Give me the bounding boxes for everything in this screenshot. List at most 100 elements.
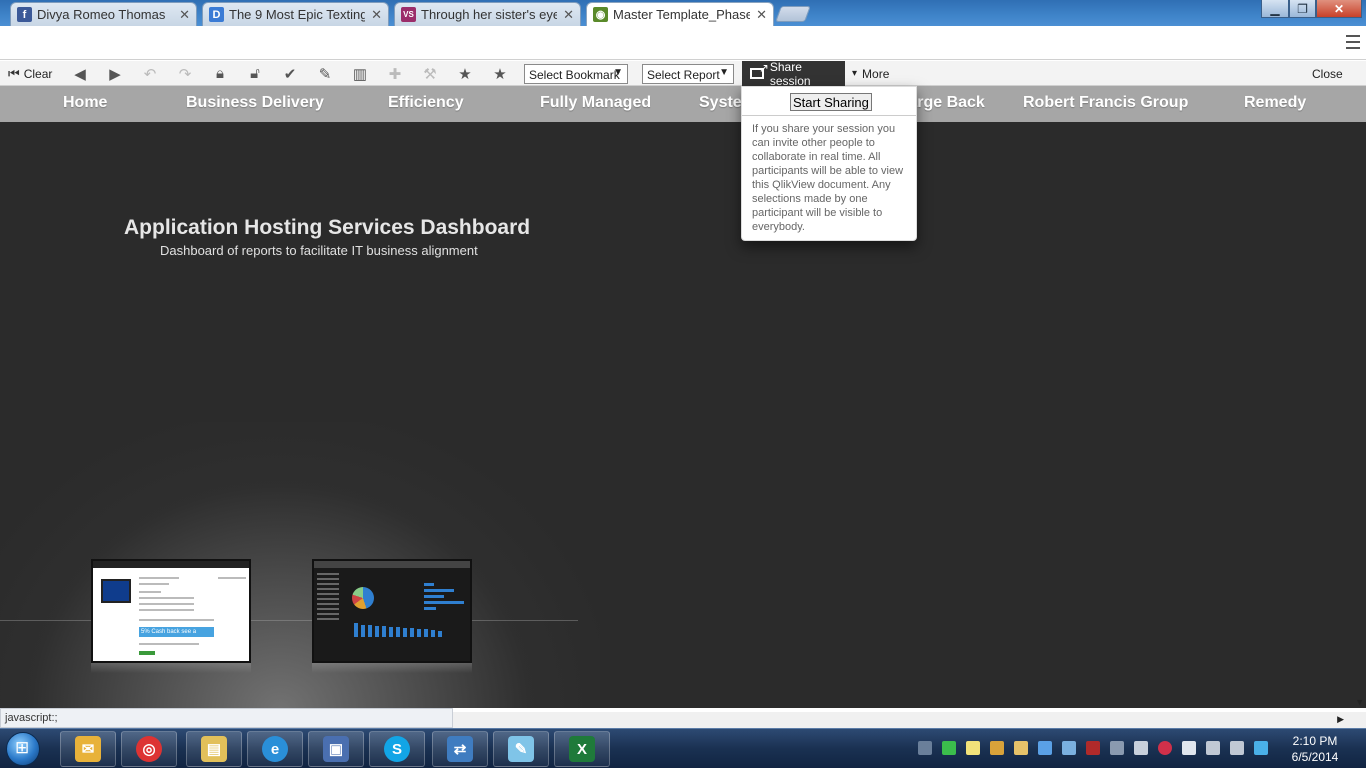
bluetooth-icon[interactable] — [1038, 741, 1052, 755]
tray-icon[interactable] — [1254, 741, 1268, 755]
d-letter-icon: D — [209, 7, 224, 22]
clock[interactable]: 2:10 PM 6/5/2014 — [1280, 733, 1350, 765]
start-button[interactable] — [6, 732, 40, 766]
thumbnail-sidebar — [317, 573, 345, 651]
tray-icon[interactable] — [1014, 741, 1028, 755]
share-session-label: Share session — [769, 59, 811, 88]
taskbar-remote-desktop[interactable]: ▣ — [308, 731, 364, 767]
tray-icon[interactable] — [966, 741, 980, 755]
qlik-icon: ◉ — [593, 7, 608, 22]
close-button[interactable]: Close — [1312, 64, 1343, 83]
text-line — [139, 597, 194, 599]
forward-icon[interactable]: ▶ — [105, 64, 125, 83]
bookmark-select[interactable]: Select Bookmark ▼ — [524, 64, 628, 84]
nav-business-delivery[interactable]: Business Delivery — [186, 94, 324, 112]
vbar-mini — [375, 626, 379, 637]
text-line — [139, 591, 161, 593]
more-menu[interactable]: ▾ More — [852, 64, 889, 83]
nav-fully-managed[interactable]: Fully Managed — [540, 94, 651, 112]
lock-icon[interactable]: 🔒︎ — [210, 64, 230, 83]
tray-icon[interactable] — [1206, 741, 1220, 755]
clear-button[interactable]: ⏮ Clear — [8, 64, 52, 83]
taskbar-outlook[interactable]: ✉ — [60, 731, 116, 767]
tray-icon[interactable] — [990, 741, 1004, 755]
windows-taskbar: ✉ ◎ ▤ e ▣ S ⇄ ✎ X 2:10 PM 6/5/2014 — [0, 728, 1366, 768]
scroll-down-icon[interactable]: ▼ — [1355, 697, 1364, 707]
volume-icon[interactable] — [1134, 741, 1148, 755]
antivirus-icon[interactable] — [1086, 741, 1100, 755]
window-close-button[interactable]: ✕ — [1316, 0, 1362, 18]
bookmark-icon[interactable]: ★ — [490, 64, 510, 83]
menu-icon[interactable] — [1346, 35, 1360, 49]
hbar-mini — [424, 595, 444, 598]
tab-texting-article[interactable]: D The 9 Most Epic Texting F ✕ — [202, 2, 389, 26]
taskbar-chrome[interactable]: ◎ — [121, 731, 177, 767]
text-line — [139, 619, 214, 621]
report-icon[interactable]: ▥ — [350, 64, 370, 83]
share-session-button[interactable]: Share session — [742, 59, 845, 88]
text-line — [139, 577, 179, 579]
text-line — [218, 577, 246, 579]
unlock-icon[interactable]: 🔓︎ — [245, 64, 265, 83]
minimize-button[interactable]: ▁ — [1261, 0, 1289, 18]
vbar-mini — [361, 625, 365, 637]
tab-master-template[interactable]: ◉ Master Template_Phase2- ✕ — [586, 2, 774, 26]
status-url: javascript:; — [0, 708, 453, 728]
clock-time: 2:10 PM — [1292, 734, 1338, 748]
flag-icon[interactable] — [1182, 741, 1196, 755]
vbar-mini — [396, 627, 400, 637]
start-sharing-button[interactable]: Start Sharing — [790, 93, 872, 111]
add-icon[interactable]: ✚ — [385, 64, 405, 83]
taskbar-ie[interactable]: e — [247, 731, 303, 767]
tray-icon[interactable] — [1158, 741, 1172, 755]
vbar-mini — [438, 631, 442, 637]
nav-home[interactable]: Home — [63, 94, 107, 112]
nav-robert-francis-group[interactable]: Robert Francis Group — [1023, 94, 1188, 112]
caret-down-icon: ▾ — [852, 68, 858, 79]
taskbar-notes-app[interactable]: ✎ — [493, 731, 549, 767]
vbar-mini — [403, 628, 407, 637]
qlikview-toolbar: ⏮ Clear ◀ ▶ ↶ ↷ 🔒︎ 🔓︎ ✔ ✎ ▥ ✚ ⚒ ★ ★ Sele… — [0, 61, 1366, 86]
explorer-folder-icon: ▤ — [201, 736, 227, 762]
horizontal-scrollbar[interactable]: ▶ — [453, 712, 1366, 728]
dashboard-thumbnail-product[interactable]: 5% Cash back see a reason — [91, 559, 251, 663]
tab-close-icon[interactable]: ✕ — [179, 7, 190, 23]
notes-app-icon: ✎ — [508, 736, 534, 762]
new-tab-button[interactable] — [775, 6, 811, 22]
taskbar-explorer[interactable]: ▤ — [186, 731, 242, 767]
taskbar-sync-app[interactable]: ⇄ — [432, 731, 488, 767]
maximize-button[interactable]: ❐ — [1289, 0, 1316, 18]
tray-icon[interactable] — [1110, 741, 1124, 755]
tab-facebook[interactable]: f Divya Romeo Thomas ✕ — [10, 2, 197, 26]
dashboard-thumbnail-charts[interactable] — [312, 559, 472, 663]
tab-close-icon[interactable]: ✕ — [756, 7, 767, 23]
tab-sisters-eyes[interactable]: VS Through her sister's eyes ✕ — [394, 2, 581, 26]
page-subtitle: Dashboard of reports to facilitate IT bu… — [160, 243, 478, 258]
tools-icon[interactable]: ⚒ — [420, 64, 440, 83]
add-bookmark-icon[interactable]: ★ — [455, 64, 475, 83]
spotlight-background — [0, 422, 600, 708]
tray-icon[interactable] — [918, 741, 932, 755]
report-select[interactable]: Select Report ▼ — [642, 64, 734, 84]
nav-efficiency[interactable]: Efficiency — [388, 94, 464, 112]
tab-close-icon[interactable]: ✕ — [563, 7, 574, 23]
back-icon[interactable]: ◀ — [70, 64, 90, 83]
tray-icon[interactable] — [1062, 741, 1076, 755]
share-description: If you share your session you can invite… — [752, 123, 904, 233]
taskbar-skype[interactable]: S — [369, 731, 425, 767]
vs-icon: VS — [401, 7, 416, 22]
undo-icon[interactable]: ↶ — [140, 64, 160, 83]
taskbar-excel[interactable]: X — [554, 731, 610, 767]
facebook-icon: f — [17, 7, 32, 22]
tray-icon[interactable] — [942, 741, 956, 755]
floor-line — [0, 620, 578, 621]
scroll-right-icon[interactable]: ▶ — [1337, 714, 1344, 725]
dashboard-nav: Home Business Delivery Efficiency Fully … — [0, 86, 1366, 122]
redo-icon[interactable]: ↷ — [175, 64, 195, 83]
edit-icon[interactable]: ✎ — [315, 64, 335, 83]
tab-close-icon[interactable]: ✕ — [371, 7, 382, 23]
nav-remedy[interactable]: Remedy — [1244, 94, 1306, 112]
checkmark-icon[interactable]: ✔ — [280, 64, 300, 83]
network-icon[interactable] — [1230, 741, 1244, 755]
vbar-mini — [354, 623, 358, 637]
